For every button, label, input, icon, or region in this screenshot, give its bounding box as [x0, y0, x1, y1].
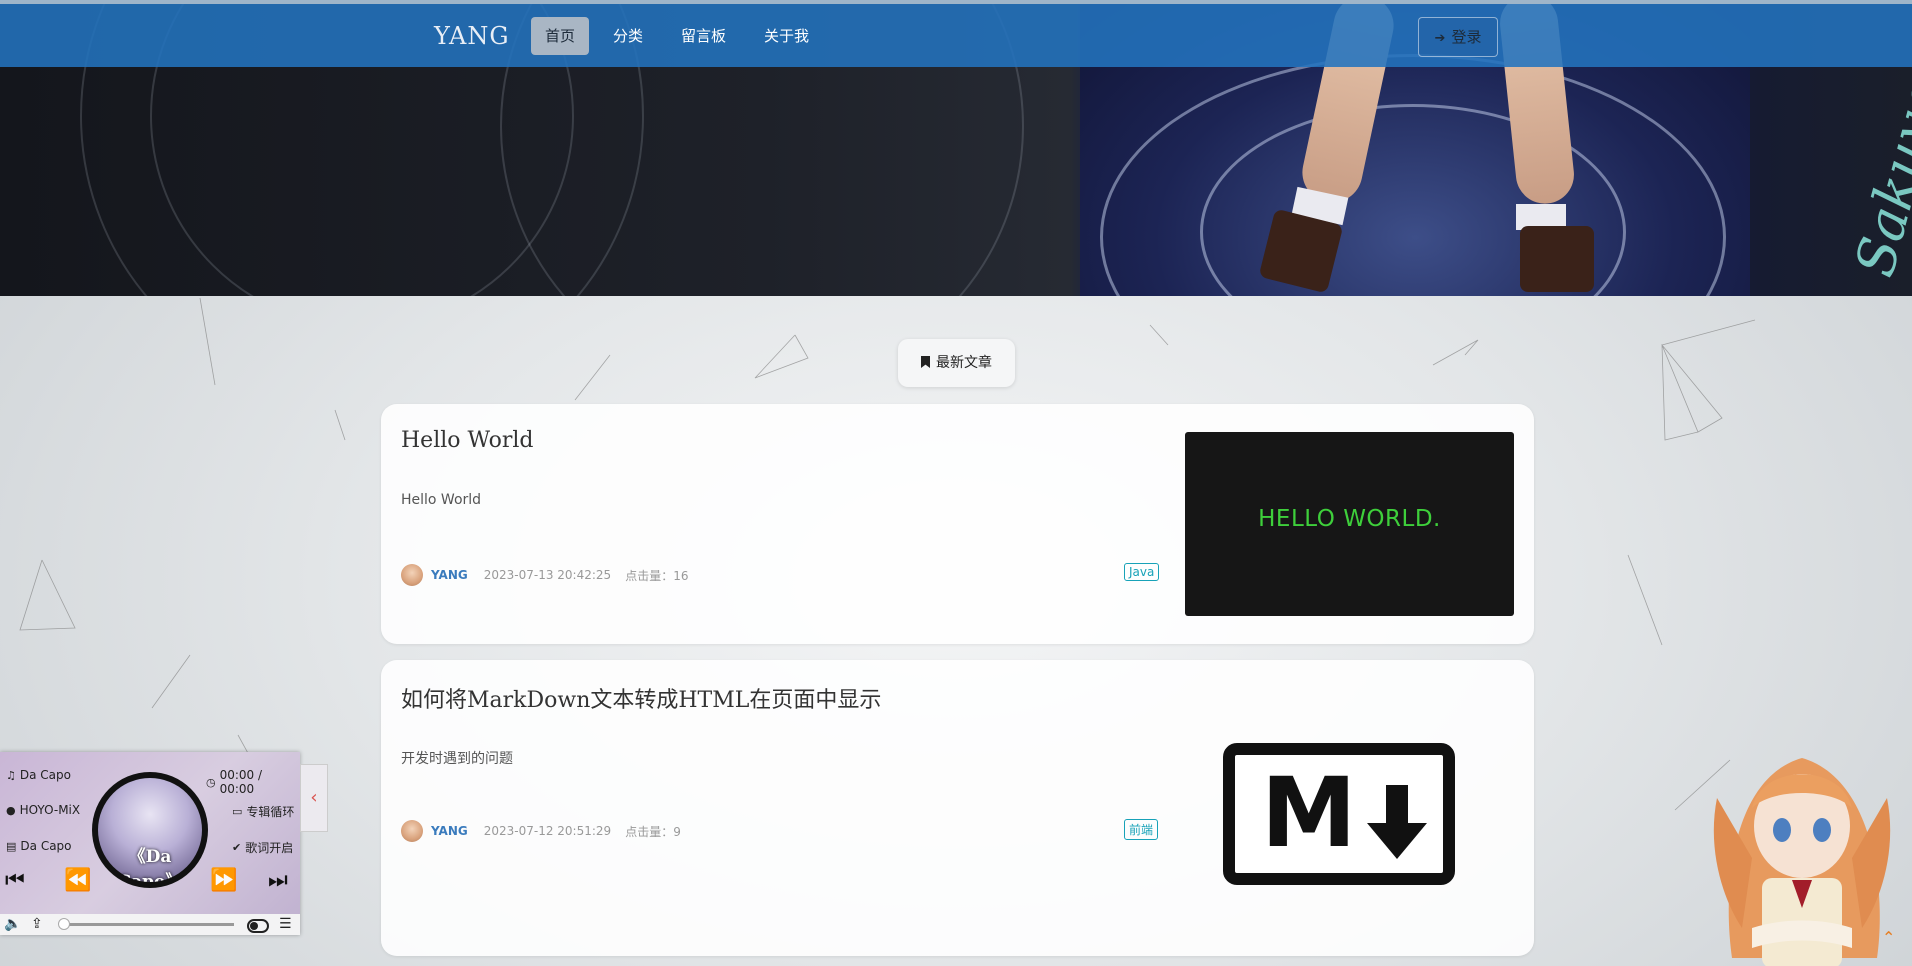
album-cover: 《Da Capo》 [98, 778, 202, 882]
player-bottom-bar: 🔈 ⇪ ☰ [0, 914, 300, 935]
check-circle-icon: ✔ [232, 841, 242, 854]
login-label: 登录 [1451, 28, 1482, 46]
post-meta: YANG 2023-07-12 20:51:29 点击量：9 [401, 820, 681, 842]
post-thumbnail[interactable]: M [1223, 743, 1455, 885]
clock-icon: ◷ [206, 775, 216, 789]
nav-category[interactable]: 分类 [599, 17, 657, 55]
player-artist: ● HOYO-MiX [6, 803, 80, 817]
user-icon: ● [6, 803, 16, 817]
album-cover-disc[interactable]: 《Da Capo》 [92, 772, 208, 888]
post-tag[interactable]: Java [1124, 563, 1160, 581]
player-time: ◷ 00:00 / 00:00 [206, 768, 300, 796]
rewind-icon[interactable]: ⏪ [64, 868, 91, 893]
volume-icon[interactable]: 🔈 [4, 916, 21, 932]
share-icon[interactable]: ⇪ [31, 916, 43, 932]
post-title[interactable]: 如何将MarkDown文本转成HTML在页面中显示 [401, 682, 881, 714]
song-name: Da Capo [19, 768, 71, 782]
post-card[interactable]: 如何将MarkDown文本转成HTML在页面中显示 开发时遇到的问题 YANG … [381, 660, 1534, 956]
post-summary: Hello World [401, 492, 482, 508]
post-tag[interactable]: 前端 [1124, 819, 1159, 840]
skip-end-icon[interactable]: ⏭ [268, 868, 288, 893]
latest-articles-badge: 最新文章 [898, 339, 1015, 387]
player-lyrics[interactable]: ✔ 歌词开启 [232, 839, 293, 856]
album-icon: ▤ [6, 839, 17, 853]
skip-start-icon[interactable]: ⏮ [5, 868, 25, 893]
post-author[interactable]: YANG [431, 568, 468, 582]
album-name: Da Capo [20, 839, 72, 853]
post-thumbnail[interactable]: HELLO WORLD. [1185, 432, 1514, 616]
post-title[interactable]: Hello World [401, 428, 534, 453]
mode-label: 专辑循环 [246, 805, 295, 819]
avatar [401, 564, 423, 586]
progress-track[interactable] [62, 923, 234, 926]
cover-title: 《Da Capo》 [117, 847, 183, 882]
post-summary: 开发时遇到的问题 [401, 751, 513, 767]
playlist-icon[interactable]: ☰ [279, 916, 292, 932]
art-shoe-right [1520, 226, 1594, 292]
post-views: 点击量：16 [625, 568, 689, 583]
nav-about[interactable]: 关于我 [750, 17, 823, 55]
player-album: ▤ Da Capo [6, 839, 72, 853]
lyrics-label: 歌词开启 [245, 841, 294, 855]
artist-name: HOYO-MiX [19, 803, 81, 817]
chevron-up-icon[interactable]: ⌃ [1882, 928, 1895, 947]
latest-label: 最新文章 [936, 355, 992, 371]
markdown-arrow-head [1367, 823, 1427, 859]
music-note-icon: ♫ [6, 768, 16, 782]
time-readout: 00:00 / 00:00 [219, 768, 263, 796]
thumbnail-text: HELLO WORLD. [1258, 506, 1441, 532]
nav-guestbook[interactable]: 留言板 [667, 17, 740, 55]
lyrics-toggle[interactable] [247, 919, 269, 933]
markdown-m-letter: M [1261, 757, 1357, 869]
progress-knob[interactable] [58, 918, 70, 930]
nav-home[interactable]: 首页 [531, 17, 590, 55]
bookmark-icon [921, 356, 930, 368]
post-author[interactable]: YANG [431, 824, 468, 838]
chevron-left-icon[interactable]: ‹ [300, 764, 328, 832]
music-player: ♫ Da Capo ● HOYO-MiX ▤ Da Capo ◷ 00:00 / 00:… [0, 752, 300, 935]
banner-signature: Sakuya [1842, 74, 1912, 283]
markdown-arrow-stem [1386, 785, 1408, 825]
avatar [401, 820, 423, 842]
post-date: 2023-07-13 20:42:25 [483, 568, 612, 582]
live2d-mascot[interactable] [1712, 738, 1892, 966]
post-date: 2023-07-12 20:51:29 [483, 824, 612, 838]
post-card[interactable]: Hello World Hello World YANG 2023-07-13 … [381, 404, 1534, 644]
sign-in-icon: ➔ [1434, 31, 1446, 46]
brand-logo[interactable]: YANG [434, 22, 509, 50]
login-button[interactable]: ➔ 登录 [1418, 17, 1498, 57]
toggle-knob [250, 922, 258, 930]
markdown-logo: M [1223, 743, 1455, 885]
post-views: 点击量：9 [625, 824, 681, 839]
player-mode[interactable]: ▭ 专辑循环 [232, 803, 294, 820]
post-meta: YANG 2023-07-13 20:42:25 点击量：16 [401, 564, 688, 586]
repeat-album-icon: ▭ [232, 805, 243, 818]
fast-forward-icon[interactable]: ⏩ [210, 868, 237, 893]
top-navbar: YANG 首页 分类 留言板 关于我 ➔ 登录 [0, 4, 1912, 67]
player-song: ♫ Da Capo [6, 768, 71, 782]
